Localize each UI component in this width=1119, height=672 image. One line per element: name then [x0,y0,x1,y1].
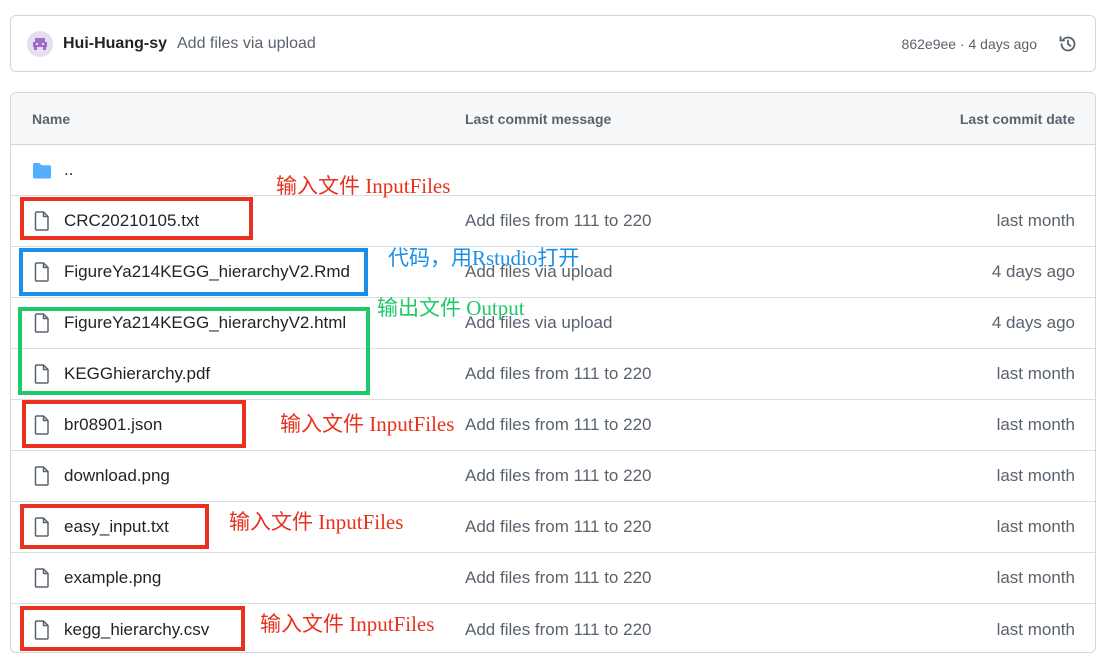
header-last-commit-message: Last commit message [465,110,612,127]
file-table: Name Last commit message Last commit dat… [10,92,1096,653]
commit-date: 4 days ago [991,313,1075,332]
commit-date: last month [996,568,1075,587]
annotation-input-files: 输入文件 InputFiles [229,510,404,534]
commit-message-link[interactable]: Add files from 111 to 220 [465,415,835,435]
commit-message-link[interactable]: Add files from 111 to 220 [465,568,835,588]
commit-date: last month [996,619,1075,639]
commit-date: last month [996,364,1075,383]
history-icon[interactable] [1057,33,1079,55]
annotation-code-rstudio: 代码，用Rstudio打开 [388,246,580,270]
commit-date: 4 days ago [991,262,1075,281]
file-name-link[interactable]: easy_input.txt [64,517,169,537]
table-row[interactable]: easy_input.txt Add files from 111 to 220… [11,502,1095,553]
commit-message[interactable]: Add files via upload [177,35,902,53]
commit-message-link[interactable]: Add files from 111 to 220 [465,364,835,384]
header-name: Name [32,110,71,127]
header-last-commit-date: Last commit date [959,110,1075,127]
file-name-link[interactable]: CRC20210105.txt [64,211,199,231]
file-name-link[interactable]: download.png [64,466,170,486]
file-icon [32,567,52,589]
table-row[interactable]: kegg_hierarchy.csv Add files from 111 to… [11,604,1095,652]
commit-message-link[interactable]: Add files from 111 to 220 [465,620,835,640]
file-name-link[interactable]: FigureYa214KEGG_hierarchyV2.html [64,313,346,333]
commit-message-link[interactable]: Add files from 111 to 220 [465,211,835,231]
annotation-input-files: 输入文件 InputFiles [280,412,455,436]
commit-author[interactable]: Hui-Huang-sy [63,35,167,53]
file-name-link[interactable]: FigureYa214KEGG_hierarchyV2.Rmd [64,262,350,282]
annotation-input-files: 输入文件 InputFiles [260,612,435,636]
file-name-link[interactable]: example.png [64,568,161,588]
commit-date: last month [996,517,1075,536]
commit-sha-time[interactable]: 862e9ee · 4 days ago [902,36,1037,52]
file-icon [32,261,52,283]
file-icon [32,414,52,436]
table-row[interactable]: example.png Add files from 111 to 220 la… [11,553,1095,604]
file-icon [32,363,52,385]
file-icon [32,210,52,232]
avatar[interactable] [27,30,53,57]
parent-directory-link[interactable]: .. [64,160,73,180]
commit-date: last month [996,415,1075,434]
table-row[interactable]: download.png Add files from 111 to 220 l… [11,451,1095,502]
file-name-link[interactable]: kegg_hierarchy.csv [64,620,209,640]
file-icon [32,516,52,538]
table-row[interactable]: CRC20210105.txt Add files from 111 to 22… [11,196,1095,247]
table-row[interactable]: br08901.json Add files from 111 to 220 l… [11,400,1095,451]
file-icon [32,465,52,487]
table-row[interactable]: FigureYa214KEGG_hierarchyV2.html Add fil… [11,298,1095,349]
commit-date: last month [996,211,1075,230]
table-row[interactable]: KEGGhierarchy.pdf Add files from 111 to … [11,349,1095,400]
annotation-input-files: 输入文件 InputFiles [276,174,451,198]
commit-message-link[interactable]: Add files from 111 to 220 [465,517,835,537]
annotation-output-files: 输出文件 Output [377,296,525,320]
file-icon [32,619,52,641]
table-header: Name Last commit message Last commit dat… [11,93,1095,145]
file-name-link[interactable]: br08901.json [64,415,162,435]
latest-commit-bar: Hui-Huang-sy Add files via upload 862e9e… [10,15,1096,72]
parent-directory-row[interactable]: .. [11,145,1095,196]
file-icon [32,312,52,334]
folder-icon [32,159,52,181]
file-name-link[interactable]: KEGGhierarchy.pdf [64,364,210,384]
commit-message-link[interactable]: Add files from 111 to 220 [465,466,835,486]
commit-date: last month [996,466,1075,485]
